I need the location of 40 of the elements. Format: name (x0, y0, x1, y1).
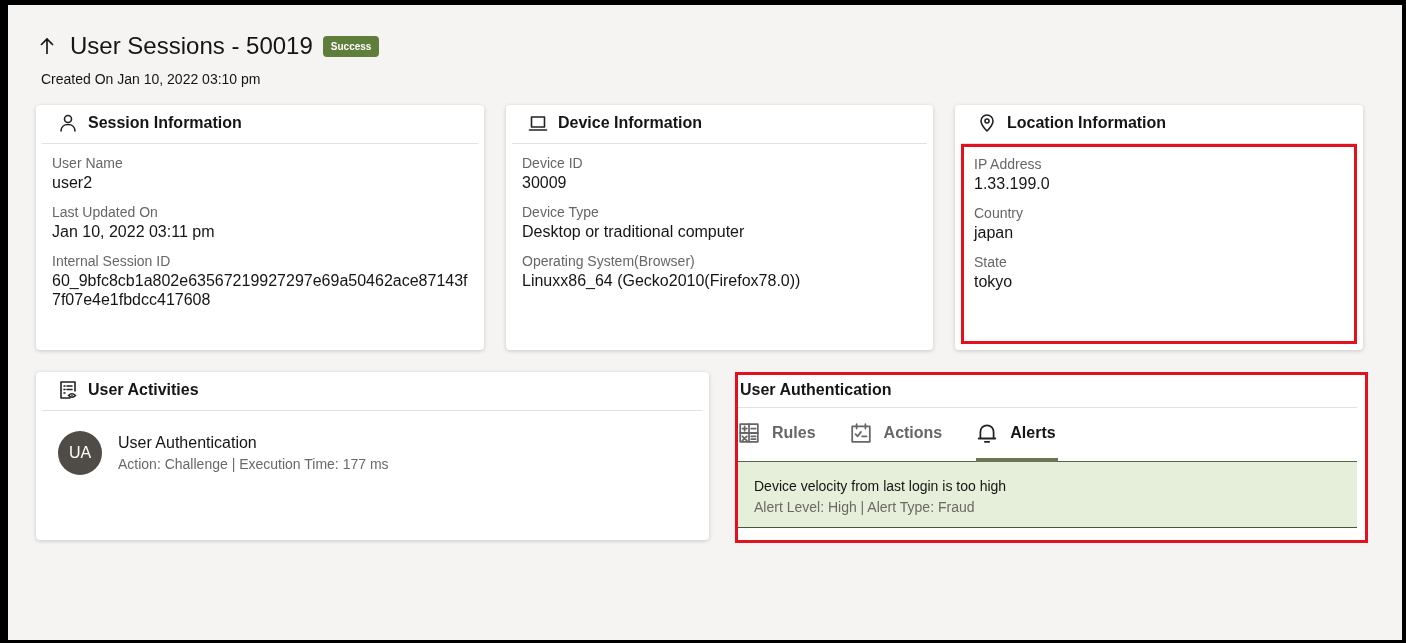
field-label: Operating System(Browser) (522, 252, 696, 271)
field-label: State (974, 253, 1008, 272)
grid-icon (738, 422, 760, 444)
card-title: Session Information (88, 114, 242, 132)
card-title: Location Information (1007, 114, 1167, 132)
alert-message: Device velocity from last login is too high (754, 478, 1008, 494)
field-label: Device Type (522, 203, 600, 222)
field-label: IP Address (974, 155, 1043, 174)
activity-detail: Action: Challenge | Execution Time: 177 ms (118, 456, 389, 472)
tab[interactable]: Actions (849, 408, 945, 462)
field-value: 30009 (522, 173, 568, 192)
field-value: 1.33.199.0 (974, 174, 1051, 193)
location-pin-icon (977, 113, 997, 133)
card-title: Device Information (558, 114, 703, 132)
calendar-check-icon (849, 422, 872, 444)
field-label: User Name (52, 154, 124, 173)
field-label: Last Updated On (52, 203, 159, 222)
field-value: 60_9bfc8cb1a802e63567219927297e69a50462ace87143f7f07e4e1fbdcc417608 (52, 271, 468, 309)
avatar-initials: UA (58, 431, 102, 475)
field-label: Country (974, 204, 1025, 223)
panel-title: User Authentication (738, 379, 1357, 408)
tab[interactable]: Rules (738, 408, 818, 462)
alert-detail: Alert Level: High | Alert Type: Fraud (754, 499, 976, 515)
field-value: Desktop or traditional computer (522, 222, 746, 241)
card-title: User Activities (88, 381, 199, 399)
laptop-icon (528, 113, 548, 133)
field-label: Device ID (522, 154, 584, 173)
activity-name[interactable]: User Authentication (118, 434, 389, 452)
person-icon (58, 113, 78, 133)
page-title: User Sessions - 50019 (70, 32, 313, 60)
field-label: Internal Session ID (52, 252, 172, 271)
created-date: Created On Jan 10, 2022 03:10 pm (41, 71, 262, 87)
field-value: user2 (52, 173, 94, 192)
field-value: Jan 10, 2022 03:11 pm (52, 222, 216, 241)
list-eye-icon (58, 380, 78, 400)
bell-icon (976, 422, 999, 444)
field-value: japan (974, 223, 1015, 242)
status-badge: Success (322, 35, 380, 57)
field-value: Linuxx86_64 (Gecko2010(Firefox78.0)) (522, 271, 802, 290)
field-value: tokyo (974, 272, 1014, 291)
